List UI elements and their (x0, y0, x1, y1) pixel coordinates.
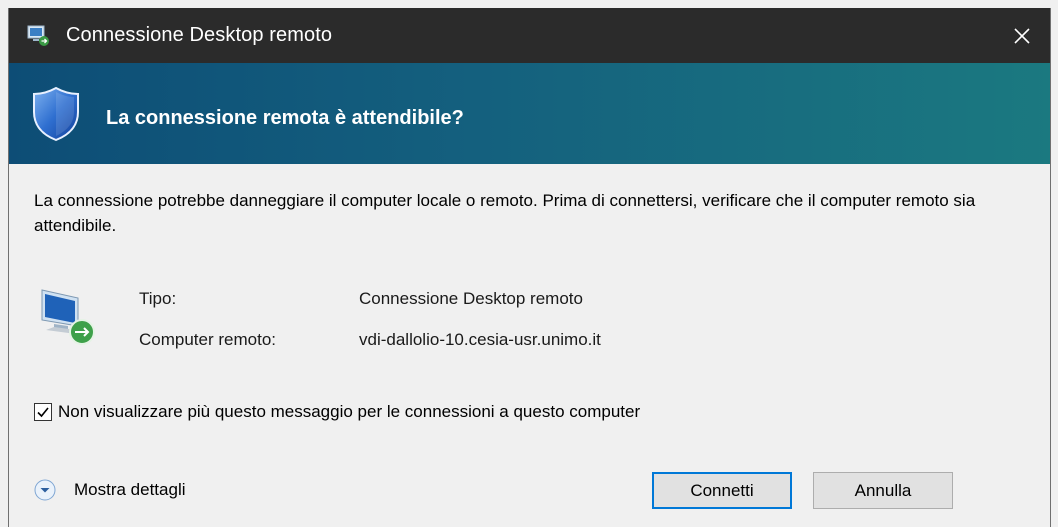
expand-chevron-icon (34, 479, 56, 501)
window-title: Connessione Desktop remoto (66, 24, 333, 46)
checkmark-icon (37, 407, 49, 418)
warning-message: La connessione potrebbe danneggiare il c… (34, 191, 976, 235)
remote-computer-label: Computer remoto: (139, 330, 276, 349)
type-value: Connessione Desktop remoto (359, 289, 583, 308)
connect-button[interactable]: Connetti (652, 472, 792, 509)
warning-banner: La connessione remota è attendibile? (9, 63, 1050, 164)
close-icon (1014, 27, 1030, 44)
checkbox-label: Non visualizzare più questo messaggio pe… (58, 402, 641, 421)
checkbox-box[interactable] (34, 403, 52, 421)
cancel-button[interactable]: Annulla (813, 472, 953, 509)
dont-ask-again-checkbox[interactable]: Non visualizzare più questo messaggio pe… (34, 402, 640, 422)
banner-heading: La connessione remota è attendibile? (106, 107, 464, 129)
shield-icon (33, 86, 79, 142)
dialog-window: Connessione Desktop remoto La connession… (8, 8, 1051, 527)
remote-desktop-app-icon (27, 25, 49, 46)
type-label: Tipo: (139, 289, 177, 308)
remote-computer-icon (41, 289, 95, 345)
show-details-toggle[interactable]: Mostra dettagli (34, 479, 186, 501)
title-bar: Connessione Desktop remoto (9, 8, 1050, 63)
close-button[interactable] (994, 8, 1050, 63)
remote-computer-value: vdi-dallolio-10.cesia-usr.unimo.it (359, 330, 601, 349)
show-details-label: Mostra dettagli (74, 480, 186, 499)
